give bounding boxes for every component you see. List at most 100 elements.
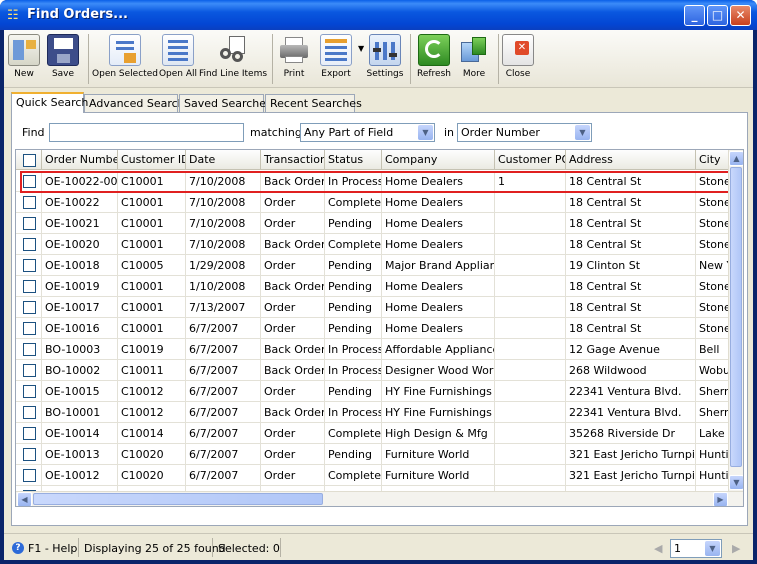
column-header[interactable]: Address: [566, 150, 696, 170]
row-select-cell[interactable]: [16, 192, 42, 213]
table-cell[interactable]: Back Order: [261, 276, 325, 297]
table-cell[interactable]: BO-10001: [42, 402, 118, 423]
table-cell[interactable]: Pending: [325, 381, 382, 402]
table-cell[interactable]: Pending: [325, 297, 382, 318]
table-cell[interactable]: Order: [261, 213, 325, 234]
row-checkbox[interactable]: [23, 301, 36, 314]
table-cell[interactable]: OE-10017: [42, 297, 118, 318]
print-button[interactable]: Print: [276, 32, 312, 86]
open-all-button[interactable]: Open All: [158, 32, 198, 86]
table-cell[interactable]: 35268 Riverside Dr: [566, 423, 696, 444]
table-cell[interactable]: 321 East Jericho Turnpike: [566, 465, 696, 486]
scroll-up-icon[interactable]: ▲: [729, 151, 743, 166]
table-row[interactable]: OE-10022-00 C10001 7/10/2008 Back Order In P…: [16, 171, 730, 192]
table-cell[interactable]: 268 Wildwood: [566, 360, 696, 381]
row-select-cell[interactable]: [16, 465, 42, 486]
table-cell[interactable]: In Process: [325, 402, 382, 423]
table-cell[interactable]: [495, 402, 566, 423]
table-cell[interactable]: C10019: [118, 339, 186, 360]
table-cell[interactable]: Affordable Appliance,: [382, 339, 495, 360]
row-checkbox[interactable]: [23, 322, 36, 335]
table-cell[interactable]: C10011: [118, 360, 186, 381]
table-cell[interactable]: C10001: [118, 213, 186, 234]
table-cell[interactable]: Order: [261, 192, 325, 213]
page-select[interactable]: 1 ▼: [670, 539, 722, 558]
table-cell[interactable]: 1/29/2008: [186, 255, 261, 276]
row-checkbox[interactable]: [23, 175, 36, 188]
table-cell[interactable]: BO-10002: [42, 360, 118, 381]
table-cell[interactable]: C10001: [118, 192, 186, 213]
table-cell[interactable]: 18 Central St: [566, 297, 696, 318]
table-cell[interactable]: Furniture World: [382, 444, 495, 465]
table-row[interactable]: BO-10003 C10019 6/7/2007 Back Order In Proce…: [16, 339, 730, 360]
table-cell[interactable]: [495, 444, 566, 465]
table-cell[interactable]: Bell: [696, 339, 730, 360]
table-cell[interactable]: In Process: [325, 171, 382, 192]
column-header[interactable]: Order Number: [42, 150, 118, 170]
table-cell[interactable]: 18 Central St: [566, 318, 696, 339]
table-cell[interactable]: Home Dealers: [382, 297, 495, 318]
table-cell[interactable]: BO-10003: [42, 339, 118, 360]
table-cell[interactable]: In Process: [325, 360, 382, 381]
tab-advanced-search[interactable]: Advanced Search: [84, 94, 185, 112]
table-cell[interactable]: Order: [261, 381, 325, 402]
table-cell[interactable]: 321 East Jericho Turnpike: [566, 444, 696, 465]
row-checkbox[interactable]: [23, 448, 36, 461]
table-cell[interactable]: Home Dealers: [382, 171, 495, 192]
table-cell[interactable]: C10012: [118, 402, 186, 423]
table-cell[interactable]: C10014: [118, 423, 186, 444]
table-cell[interactable]: C10001: [118, 297, 186, 318]
row-select-cell[interactable]: [16, 234, 42, 255]
select-all-header[interactable]: [16, 150, 42, 170]
row-select-cell[interactable]: [16, 423, 42, 444]
row-select-cell[interactable]: [16, 276, 42, 297]
row-checkbox[interactable]: [23, 238, 36, 251]
table-cell[interactable]: Complete: [325, 465, 382, 486]
row-checkbox[interactable]: [23, 259, 36, 272]
table-row[interactable]: OE-10022 C10001 7/10/2008 Order Complete Home…: [16, 192, 730, 213]
table-cell[interactable]: Wobu: [696, 360, 730, 381]
close-window-button[interactable]: ✕: [730, 5, 751, 26]
row-checkbox[interactable]: [23, 343, 36, 356]
row-select-cell[interactable]: [16, 213, 42, 234]
table-cell[interactable]: [495, 339, 566, 360]
table-cell[interactable]: Pending: [325, 213, 382, 234]
row-checkbox[interactable]: [23, 196, 36, 209]
table-cell[interactable]: Order: [261, 297, 325, 318]
table-cell[interactable]: Stone: [696, 276, 730, 297]
table-cell[interactable]: 18 Central St: [566, 234, 696, 255]
row-select-cell[interactable]: [16, 381, 42, 402]
table-cell[interactable]: Lake I: [696, 423, 730, 444]
table-cell[interactable]: Major Brand Appliance: [382, 255, 495, 276]
table-cell[interactable]: Back Order: [261, 339, 325, 360]
table-cell[interactable]: OE-10022: [42, 192, 118, 213]
table-cell[interactable]: 6/7/2007: [186, 381, 261, 402]
table-cell[interactable]: C10001: [118, 234, 186, 255]
table-cell[interactable]: 18 Central St: [566, 192, 696, 213]
find-input[interactable]: [49, 123, 244, 142]
row-select-cell[interactable]: [16, 339, 42, 360]
table-cell[interactable]: 18 Central St: [566, 171, 696, 192]
table-row[interactable]: OE-10017 C10001 7/13/2007 Order Pending Home …: [16, 297, 730, 318]
tab-quick-search[interactable]: Quick Search: [11, 92, 88, 113]
table-cell[interactable]: C10001: [118, 171, 186, 192]
table-cell[interactable]: OE-10013: [42, 444, 118, 465]
scroll-down-icon[interactable]: ▼: [729, 475, 743, 490]
table-cell[interactable]: [495, 213, 566, 234]
table-cell[interactable]: 7/10/2008: [186, 171, 261, 192]
scroll-right-icon[interactable]: ▶: [713, 492, 728, 506]
chevron-down-icon[interactable]: ▼: [418, 125, 433, 140]
table-cell[interactable]: OE-10016: [42, 318, 118, 339]
table-row[interactable]: OE-10021 C10001 7/10/2008 Order Pending Home …: [16, 213, 730, 234]
chevron-down-icon[interactable]: ▼: [705, 541, 720, 556]
table-row[interactable]: OE-10020 C10001 7/10/2008 Back Order Complet…: [16, 234, 730, 255]
table-cell[interactable]: Complete: [325, 423, 382, 444]
table-cell[interactable]: In Process: [325, 339, 382, 360]
table-cell[interactable]: Pending: [325, 276, 382, 297]
row-checkbox[interactable]: [23, 469, 36, 482]
table-cell[interactable]: C10005: [118, 255, 186, 276]
table-cell[interactable]: 6/7/2007: [186, 339, 261, 360]
column-header[interactable]: Company: [382, 150, 495, 170]
table-cell[interactable]: Pending: [325, 255, 382, 276]
export-button[interactable]: Export: [316, 32, 356, 86]
